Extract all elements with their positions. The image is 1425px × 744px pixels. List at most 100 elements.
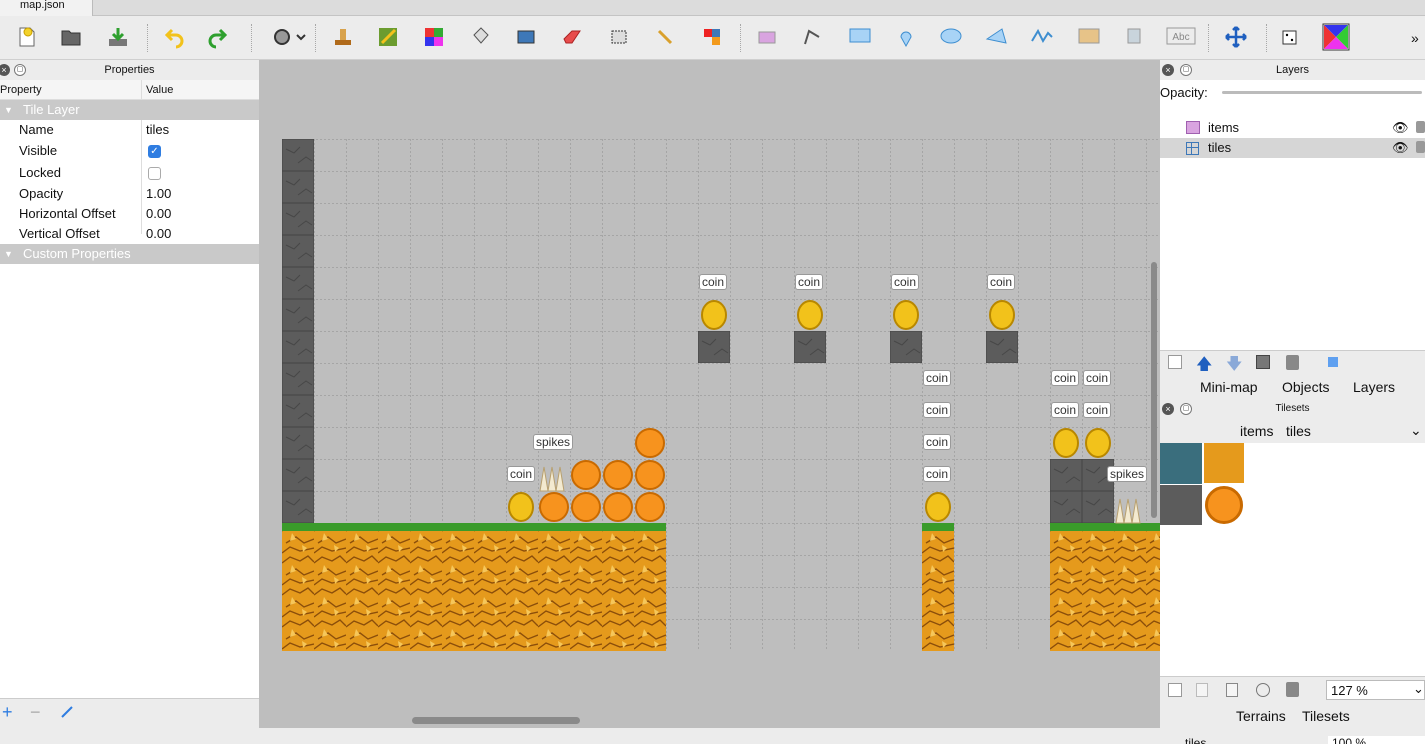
coin-label[interactable]: coin (795, 274, 824, 290)
coin-label[interactable]: coin (923, 402, 952, 418)
coin-label[interactable]: coin (923, 370, 952, 386)
tab-terrains[interactable]: Terrains (1236, 708, 1286, 724)
prop-row-opacity[interactable]: Opacity 1.00 (0, 184, 259, 204)
spikes-label[interactable]: spikes (1107, 466, 1148, 482)
undo-icon[interactable] (162, 24, 188, 50)
spikes-label[interactable]: spikes (533, 434, 574, 450)
coin-label[interactable]: coin (891, 274, 920, 290)
insert-polyline-icon[interactable] (1029, 24, 1055, 50)
insert-point-icon[interactable] (893, 24, 919, 50)
open-icon[interactable] (58, 24, 84, 50)
layer-combo[interactable]: tiles (1163, 736, 1323, 744)
stamp-brush-icon[interactable] (330, 24, 356, 50)
eye-icon[interactable]: 👁 (1392, 138, 1409, 158)
column-header-value[interactable]: Value (146, 80, 173, 100)
coin-label[interactable]: coin (507, 466, 536, 482)
tile-selected[interactable] (1160, 443, 1202, 484)
shape-fill-icon[interactable] (513, 24, 539, 50)
layer-row-tiles[interactable]: tiles 👁 (1160, 138, 1425, 158)
prop-row-vertical-offset[interactable]: Vertical Offset 0.00 (0, 224, 259, 244)
eye-icon[interactable]: 👁 (1392, 118, 1409, 138)
redo-icon[interactable] (204, 24, 230, 50)
prop-voffset-value[interactable]: 0.00 (146, 224, 171, 244)
insert-rectangle-icon[interactable] (846, 24, 874, 50)
coin-label[interactable]: coin (923, 434, 952, 450)
eraser-icon[interactable] (559, 24, 585, 50)
prop-row-horizontal-offset[interactable]: Horizontal Offset 0.00 (0, 204, 259, 224)
commands-icon[interactable] (270, 24, 308, 50)
prop-row-name[interactable]: Name tiles (0, 120, 259, 140)
column-header-property[interactable]: Property (0, 80, 42, 100)
float-icon[interactable]: ▢ (14, 64, 26, 76)
coin-label[interactable]: coin (699, 274, 728, 290)
horizontal-scrollbar[interactable] (412, 717, 580, 724)
visible-checkbox[interactable]: ✓ (148, 145, 161, 158)
insert-template-icon[interactable] (1121, 24, 1147, 50)
coin-label[interactable]: coin (1083, 402, 1112, 418)
tab-tilesets[interactable]: Tilesets (1302, 708, 1350, 724)
save-icon[interactable] (105, 24, 131, 50)
close-icon[interactable]: × (1162, 403, 1174, 415)
insert-ellipse-icon[interactable] (938, 24, 964, 50)
map-canvas[interactable]: coin coin coin coin coin coin coin coin … (259, 60, 1160, 728)
prop-row-locked[interactable]: Locked (0, 163, 259, 183)
tab-layers[interactable]: Layers (1353, 379, 1395, 395)
float-icon[interactable]: ▢ (1180, 403, 1192, 415)
prop-opacity-value[interactable]: 1.00 (146, 184, 171, 204)
close-icon[interactable]: × (1162, 64, 1174, 76)
vertical-scrollbar[interactable] (1151, 262, 1157, 518)
embed-tileset-icon[interactable] (1196, 683, 1208, 697)
insert-text-icon[interactable]: Abc (1166, 24, 1196, 50)
select-objects-icon[interactable] (754, 24, 780, 50)
new-layer-icon[interactable] (1168, 355, 1182, 369)
tileset-zoom-select[interactable]: 127 % ⌄ (1326, 680, 1425, 700)
coin-label[interactable]: coin (1051, 402, 1080, 418)
map-view[interactable] (259, 60, 1160, 728)
document-tab[interactable]: map.json (0, 0, 93, 16)
new-map-icon[interactable] (14, 24, 40, 50)
select-same-tile-icon[interactable] (699, 24, 725, 50)
opacity-slider[interactable] (1222, 91, 1422, 94)
remove-property-button[interactable]: − (30, 703, 41, 721)
tile-stone[interactable] (1160, 485, 1202, 525)
prop-hoffset-value[interactable]: 0.00 (146, 204, 171, 224)
magic-wand-icon[interactable] (652, 24, 678, 50)
tileset-tab-items[interactable]: items (1240, 423, 1273, 439)
group-custom-properties[interactable]: ▼ Custom Properties (0, 244, 259, 264)
edit-tileset-icon[interactable] (1256, 683, 1270, 697)
tileset-tab-tiles[interactable]: tiles (1286, 423, 1311, 439)
export-tileset-icon[interactable] (1226, 683, 1238, 697)
lock-icon[interactable] (1416, 141, 1425, 153)
add-property-button[interactable]: + (2, 703, 13, 721)
delete-tileset-icon[interactable] (1286, 682, 1299, 697)
toolbar-overflow-button[interactable]: » (1411, 30, 1419, 46)
bucket-fill-icon[interactable] (467, 24, 493, 50)
group-tile-layer[interactable]: ▼ Tile Layer (0, 100, 259, 120)
float-icon[interactable]: ▢ (1180, 64, 1192, 76)
rectangular-select-icon[interactable] (606, 24, 632, 50)
edit-polygons-icon[interactable] (799, 24, 825, 50)
close-icon[interactable]: × (0, 64, 10, 76)
wang-fill-icon[interactable] (1321, 23, 1351, 51)
layer-row-items[interactable]: items 👁 (1160, 118, 1425, 138)
tile-orange-coin[interactable] (1205, 486, 1243, 524)
insert-polygon-icon[interactable] (983, 24, 1009, 50)
coin-label[interactable]: coin (987, 274, 1016, 290)
tab-objects[interactable]: Objects (1282, 379, 1329, 395)
coin-label[interactable]: coin (923, 466, 952, 482)
random-mode-icon[interactable] (1276, 24, 1306, 50)
zoom-combo[interactable]: 100 % (1328, 736, 1425, 744)
prop-row-visible[interactable]: Visible ✓ (0, 141, 259, 161)
coin-label[interactable]: coin (1051, 370, 1080, 386)
chevron-down-icon[interactable]: ⌄ (1410, 422, 1422, 439)
insert-tile-icon[interactable] (1076, 24, 1102, 50)
delete-layer-icon[interactable] (1286, 355, 1299, 370)
terrain-brush-icon[interactable] (375, 24, 401, 50)
prop-name-value[interactable]: tiles (146, 120, 169, 140)
tab-mini-map[interactable]: Mini-map (1200, 379, 1258, 395)
locked-checkbox[interactable] (148, 167, 161, 180)
rename-property-icon[interactable] (60, 705, 74, 722)
duplicate-layer-icon[interactable] (1256, 355, 1270, 369)
coin-label[interactable]: coin (1083, 370, 1112, 386)
wang-brush-icon[interactable] (421, 24, 447, 50)
